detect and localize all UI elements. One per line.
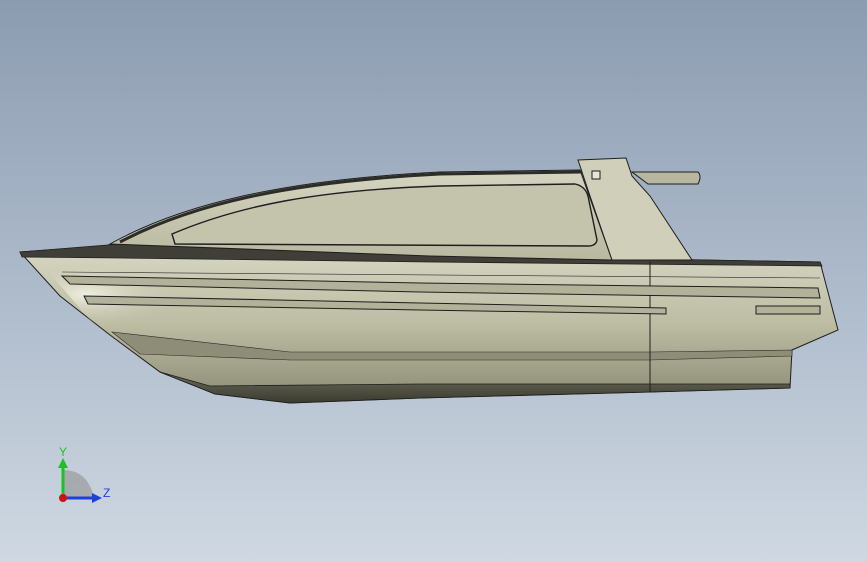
x-axis-origin: [59, 494, 67, 502]
y-axis-label: Y: [59, 445, 67, 459]
z-axis-label: Z: [103, 486, 110, 500]
triad-plane-shading: [63, 470, 94, 498]
y-axis-arrow: [58, 458, 68, 468]
z-axis-arrow: [92, 493, 102, 503]
graphics-viewport[interactable]: Y Z: [0, 0, 867, 562]
coordinate-triad: Y Z: [58, 445, 110, 503]
